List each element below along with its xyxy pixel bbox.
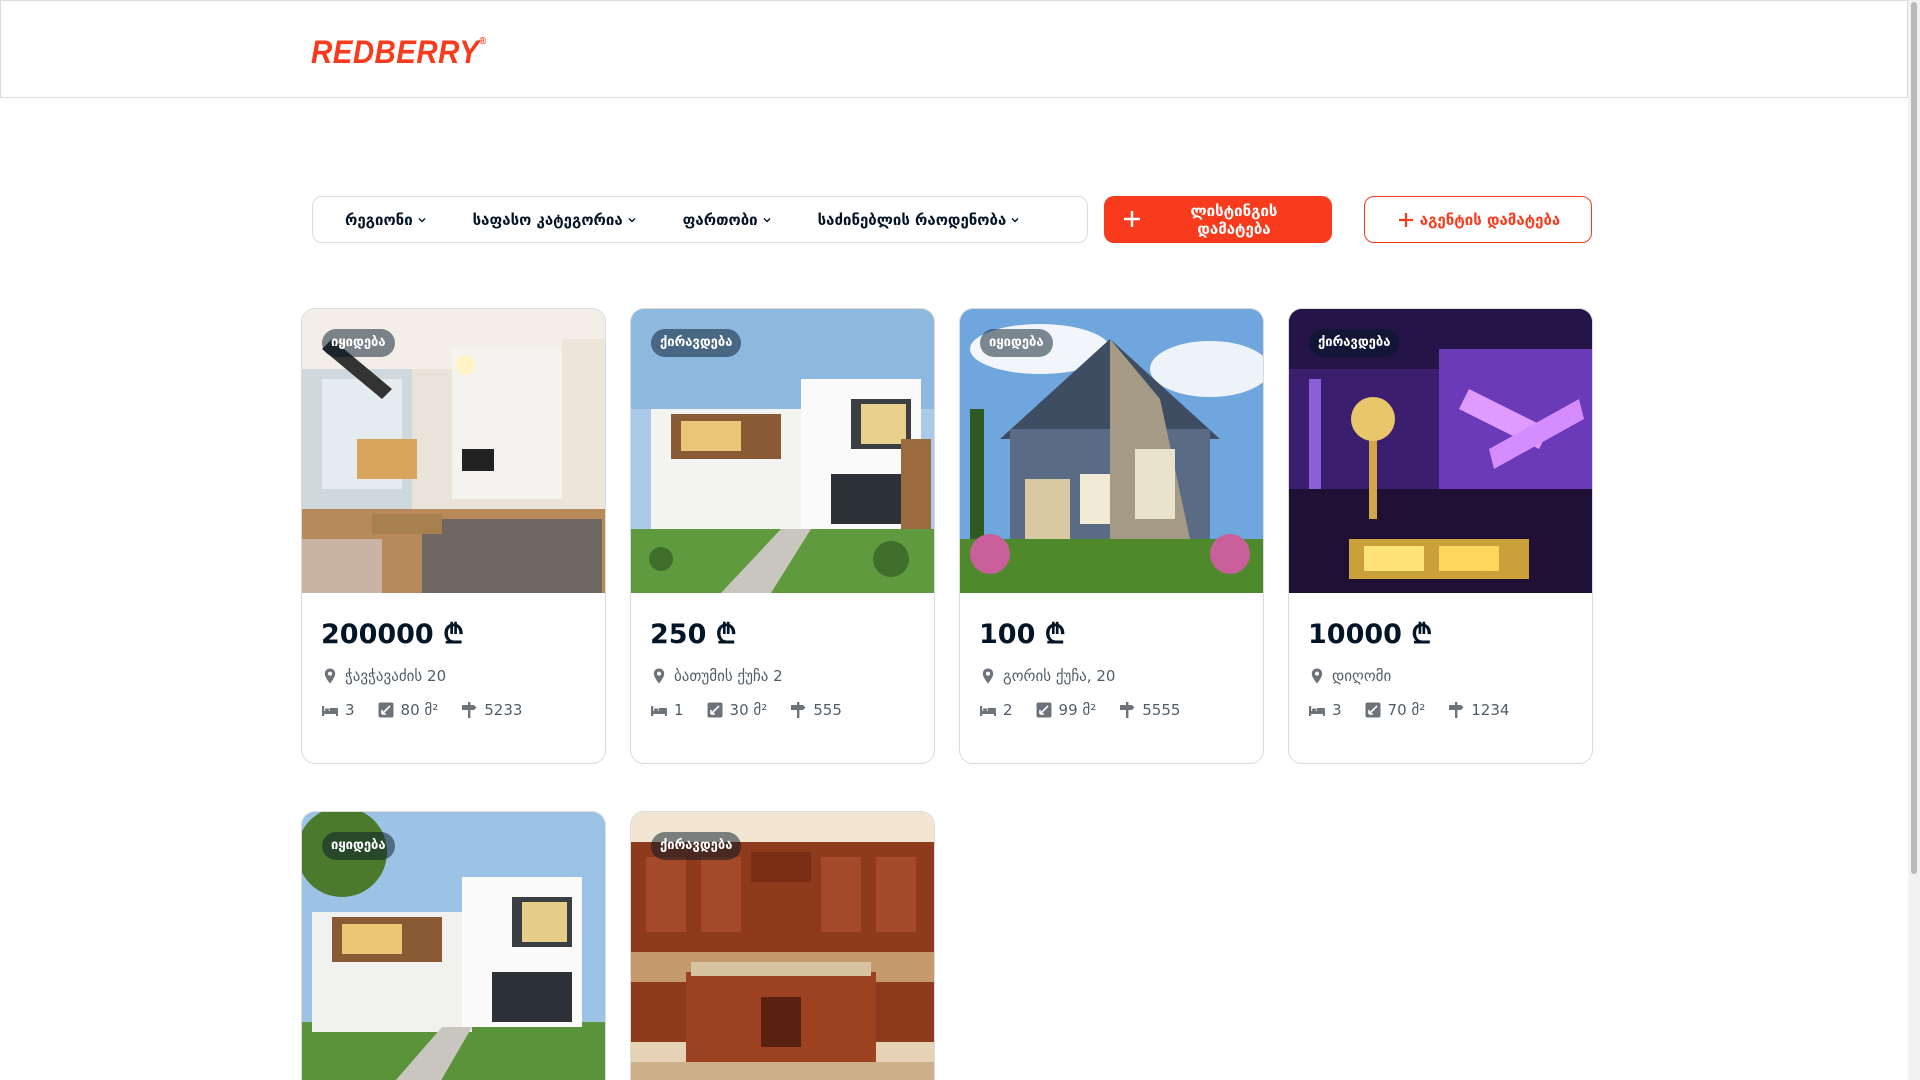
redberry-logo[interactable]: REDBERRY®: [311, 34, 487, 71]
area-icon: [707, 702, 723, 718]
bedrooms-count: 2: [1003, 701, 1013, 719]
signpost-icon: [791, 702, 806, 718]
address-text: ჭავჭავაძის 20: [345, 667, 447, 685]
zip-code: 5555: [1142, 701, 1181, 719]
bedrooms-count: 1: [674, 701, 684, 719]
add-listing-label: ლისტინგის დამატება: [1190, 201, 1278, 238]
address-text: გორის ქუჩა, 20: [1003, 667, 1116, 685]
signpost-icon: [1449, 702, 1464, 718]
add-listing-button[interactable]: ლისტინგის დამატება: [1104, 196, 1332, 243]
listing-card[interactable]: ქირავდება 10000 ₾ დიღომი 3 70 მ² 1234: [1288, 308, 1593, 764]
plus-icon: [1398, 212, 1413, 227]
listing-address: ჭავჭავაძის 20: [321, 667, 446, 685]
listing-specs: 3 70 მ² 1234: [1308, 701, 1531, 719]
listing-card[interactable]: იყიდება 100 ₾ გორის ქუჩა, 20 2 99 მ² 555…: [959, 308, 1264, 764]
zip-code: 5233: [484, 701, 523, 719]
area-spec: 30 მ²: [706, 701, 768, 719]
bed-icon: [651, 706, 667, 716]
bed-icon: [322, 706, 338, 716]
bedrooms-spec: 3: [321, 701, 355, 719]
location-pin-icon: [653, 668, 665, 684]
filter-region-label: რეგიონი: [345, 210, 413, 229]
area-spec: 99 მ²: [1035, 701, 1097, 719]
filter-bedrooms-label: საძინებლის რაოდენობა: [817, 210, 1007, 229]
page-scrollbar[interactable]: [1908, 0, 1920, 1080]
chevron-down-icon: [763, 217, 771, 222]
zip-code: 1234: [1471, 701, 1510, 719]
bed-icon: [1309, 706, 1325, 716]
status-badge: იყიდება: [322, 832, 395, 860]
area-icon: [378, 702, 394, 718]
filter-region[interactable]: რეგიონი: [345, 211, 427, 229]
listing-price: 100 ₾: [979, 619, 1066, 650]
location-pin-icon: [324, 668, 336, 684]
area-value: 99 მ²: [1058, 701, 1097, 719]
listing-price: 10000 ₾: [1308, 619, 1433, 650]
filter-price-label: საფასო კატეგორია: [472, 210, 623, 229]
listing-price: 250 ₾: [650, 619, 737, 650]
filter-price-category[interactable]: საფასო კატეგორია: [473, 211, 637, 229]
signpost-icon: [1120, 702, 1135, 718]
filter-bar: რეგიონი საფასო კატეგორია ფართობი საძინებ…: [312, 196, 1088, 243]
listing-address: გორის ქუჩა, 20: [979, 667, 1115, 685]
listing-price: 200000 ₾: [321, 619, 464, 650]
listing-card[interactable]: იყიდება: [301, 811, 606, 1080]
filter-bedrooms[interactable]: საძინებლის რაოდენობა: [818, 211, 1021, 229]
listing-card[interactable]: იყიდება 200000 ₾ ჭავჭავაძის 20 3 80 მ² 5…: [301, 308, 606, 764]
chevron-down-icon: [418, 217, 426, 222]
zip-spec: 5555: [1118, 701, 1180, 719]
filter-area-label: ფართობი: [682, 210, 758, 229]
area-spec: 70 მ²: [1364, 701, 1426, 719]
zip-spec: 5233: [460, 701, 522, 719]
listing-specs: 1 30 მ² 555: [650, 701, 864, 719]
listing-card[interactable]: ქირავდება 250 ₾ ბათუმის ქუჩა 2 1 30 მ² 5…: [630, 308, 935, 764]
chevron-down-icon: [1011, 217, 1019, 222]
plus-icon: [1124, 211, 1140, 227]
bedrooms-count: 3: [1332, 701, 1342, 719]
listing-specs: 3 80 მ² 5233: [321, 701, 544, 719]
top-navbar: REDBERRY®: [0, 0, 1908, 98]
zip-spec: 555: [789, 701, 842, 719]
bed-icon: [980, 706, 996, 716]
area-value: 80 მ²: [400, 701, 439, 719]
area-spec: 80 მ²: [377, 701, 439, 719]
bedrooms-spec: 3: [1308, 701, 1342, 719]
location-pin-icon: [1311, 668, 1323, 684]
status-badge: ქირავდება: [651, 832, 742, 860]
add-agent-label: აგენტის დამატება: [1419, 210, 1561, 229]
zip-code: 555: [813, 701, 842, 719]
status-badge: ქირავდება: [651, 329, 742, 357]
area-value: 30 მ²: [729, 701, 768, 719]
address-text: ბათუმის ქუჩა 2: [674, 667, 783, 685]
listing-specs: 2 99 მ² 5555: [979, 701, 1202, 719]
bedrooms-count: 3: [345, 701, 355, 719]
zip-spec: 1234: [1447, 701, 1509, 719]
area-value: 70 მ²: [1387, 701, 1426, 719]
status-badge: ქირავდება: [1309, 329, 1400, 357]
listing-card[interactable]: ქირავდება: [630, 811, 935, 1080]
area-icon: [1365, 702, 1381, 718]
bedrooms-spec: 1: [650, 701, 684, 719]
add-agent-button[interactable]: აგენტის დამატება: [1364, 196, 1592, 243]
listing-address: დიღომი: [1308, 667, 1391, 685]
area-icon: [1036, 702, 1052, 718]
chevron-down-icon: [628, 217, 636, 222]
listing-address: ბათუმის ქუჩა 2: [650, 667, 783, 685]
bedrooms-spec: 2: [979, 701, 1013, 719]
status-badge: იყიდება: [980, 329, 1053, 357]
filter-area[interactable]: ფართობი: [683, 211, 772, 229]
address-text: დიღომი: [1332, 667, 1392, 685]
scrollbar-thumb[interactable]: [1911, 2, 1917, 874]
location-pin-icon: [982, 668, 994, 684]
signpost-icon: [462, 702, 477, 718]
status-badge: იყიდება: [322, 329, 395, 357]
